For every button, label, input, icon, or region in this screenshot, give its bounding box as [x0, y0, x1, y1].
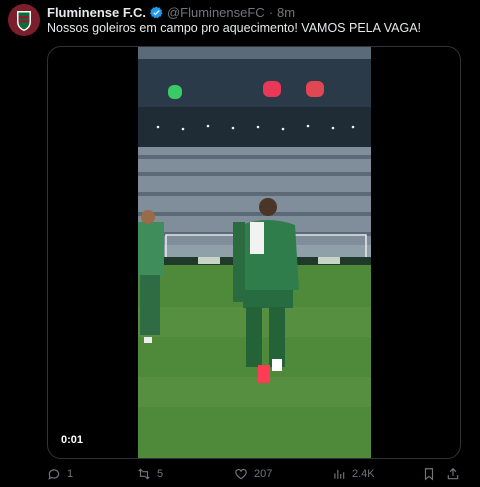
repost-count: 5 — [157, 468, 164, 480]
like-icon — [235, 468, 247, 480]
views-count: 2.4K — [352, 468, 375, 480]
reply-button[interactable]: 1 — [47, 467, 73, 481]
fluminense-crest-icon — [8, 4, 40, 36]
author-name[interactable]: Fluminense F.C. — [47, 5, 146, 20]
separator-dot: · — [268, 4, 274, 20]
bookmark-icon — [424, 468, 434, 481]
video-player[interactable] — [138, 47, 371, 458]
share-button[interactable] — [446, 467, 460, 486]
views-icon — [334, 469, 345, 479]
share-icon — [447, 467, 459, 480]
like-button[interactable]: 207 — [234, 467, 272, 481]
reply-icon — [48, 469, 60, 480]
reply-count: 1 — [67, 468, 74, 480]
views-button[interactable]: 2.4K — [332, 467, 375, 481]
verified-badge-icon — [149, 6, 163, 18]
tweet-time[interactable]: 8m — [277, 5, 295, 20]
author-handle[interactable]: @FluminenseFC — [167, 5, 265, 20]
repost-icon — [138, 468, 150, 480]
video-timestamp: 0:01 — [56, 432, 89, 448]
bookmark-button[interactable] — [422, 467, 436, 486]
tweet-text: Nossos goleiros em campo pro aquecimento… — [47, 21, 422, 35]
repost-button[interactable]: 5 — [137, 467, 163, 481]
author-avatar[interactable] — [8, 4, 40, 36]
tweet-actions: 1 5 207 2.4K — [47, 467, 461, 487]
tweet-header: Fluminense F.C. @FluminenseFC · 8m — [47, 4, 295, 20]
like-count: 207 — [254, 468, 273, 480]
media-container[interactable]: 0:01 — [47, 46, 461, 459]
video-frame — [138, 47, 371, 458]
